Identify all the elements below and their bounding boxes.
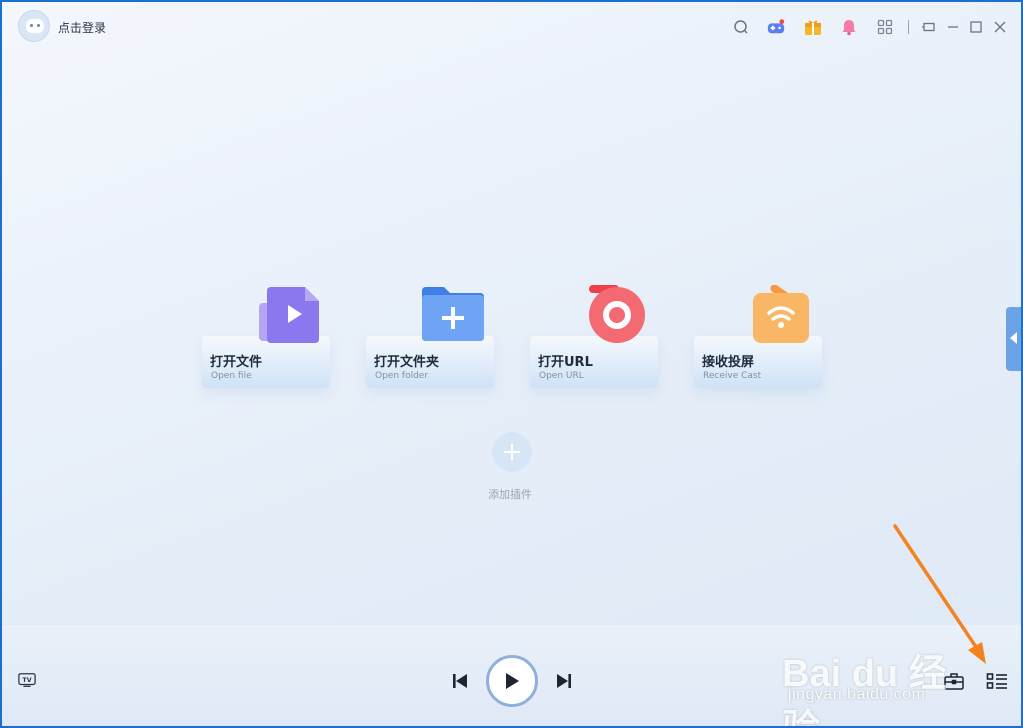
card-subtitle: Open URL <box>539 371 584 381</box>
card-subtitle: Open folder <box>375 371 429 381</box>
title-bar: 点击登录 <box>2 2 1021 52</box>
card-title: 打开URL <box>538 355 593 370</box>
card-subtitle: Receive Cast <box>703 371 762 381</box>
folder-add-icon[interactable] <box>422 285 484 345</box>
play-icon <box>506 673 519 689</box>
close-icon[interactable] <box>991 18 1009 36</box>
annotation-arrow-icon <box>893 524 986 664</box>
chevron-left-icon <box>1010 332 1017 344</box>
game-icon[interactable] <box>767 18 785 36</box>
tv-icon[interactable]: TV <box>18 671 36 689</box>
card-title: 打开文件 <box>210 355 263 370</box>
playlist-icon[interactable] <box>986 672 1008 690</box>
side-panel-toggle[interactable] <box>1006 307 1021 371</box>
next-icon[interactable] <box>555 672 573 690</box>
bell-icon[interactable] <box>840 18 858 36</box>
search-icon[interactable] <box>732 18 750 36</box>
avatar[interactable] <box>18 10 50 42</box>
app-window: 点击登录 打开文件 Open file 打开文件夹 Open folder 打开… <box>2 2 1021 726</box>
card-title: 打开文件夹 <box>374 355 440 370</box>
card-title: 接收投屏 <box>702 355 755 370</box>
plus-icon <box>504 444 520 460</box>
apps-grid-icon[interactable] <box>876 18 894 36</box>
avatar-face-icon <box>26 19 44 33</box>
mini-mode-icon[interactable] <box>920 18 938 36</box>
add-plugin-button[interactable] <box>492 432 532 472</box>
minimize-icon[interactable] <box>944 18 962 36</box>
login-link[interactable]: 点击登录 <box>58 19 106 36</box>
card-subtitle: Open file <box>211 371 252 381</box>
play-button[interactable] <box>486 655 538 707</box>
title-divider <box>908 20 909 34</box>
watermark-url: jingyan.baidu.com <box>788 686 926 703</box>
svg-text:TV: TV <box>22 677 31 684</box>
baidu-watermark: Bai du 经验 jingyan.baidu.com <box>782 642 972 726</box>
url-ring-icon[interactable] <box>587 285 647 345</box>
cast-wifi-icon[interactable] <box>751 284 811 345</box>
gift-icon[interactable] <box>804 18 822 36</box>
previous-icon[interactable] <box>451 672 469 690</box>
maximize-icon[interactable] <box>967 18 985 36</box>
add-plugin-label: 添加插件 <box>488 488 532 501</box>
video-file-icon[interactable] <box>259 285 319 345</box>
watermark-brand: Bai du 经验 <box>782 653 947 726</box>
